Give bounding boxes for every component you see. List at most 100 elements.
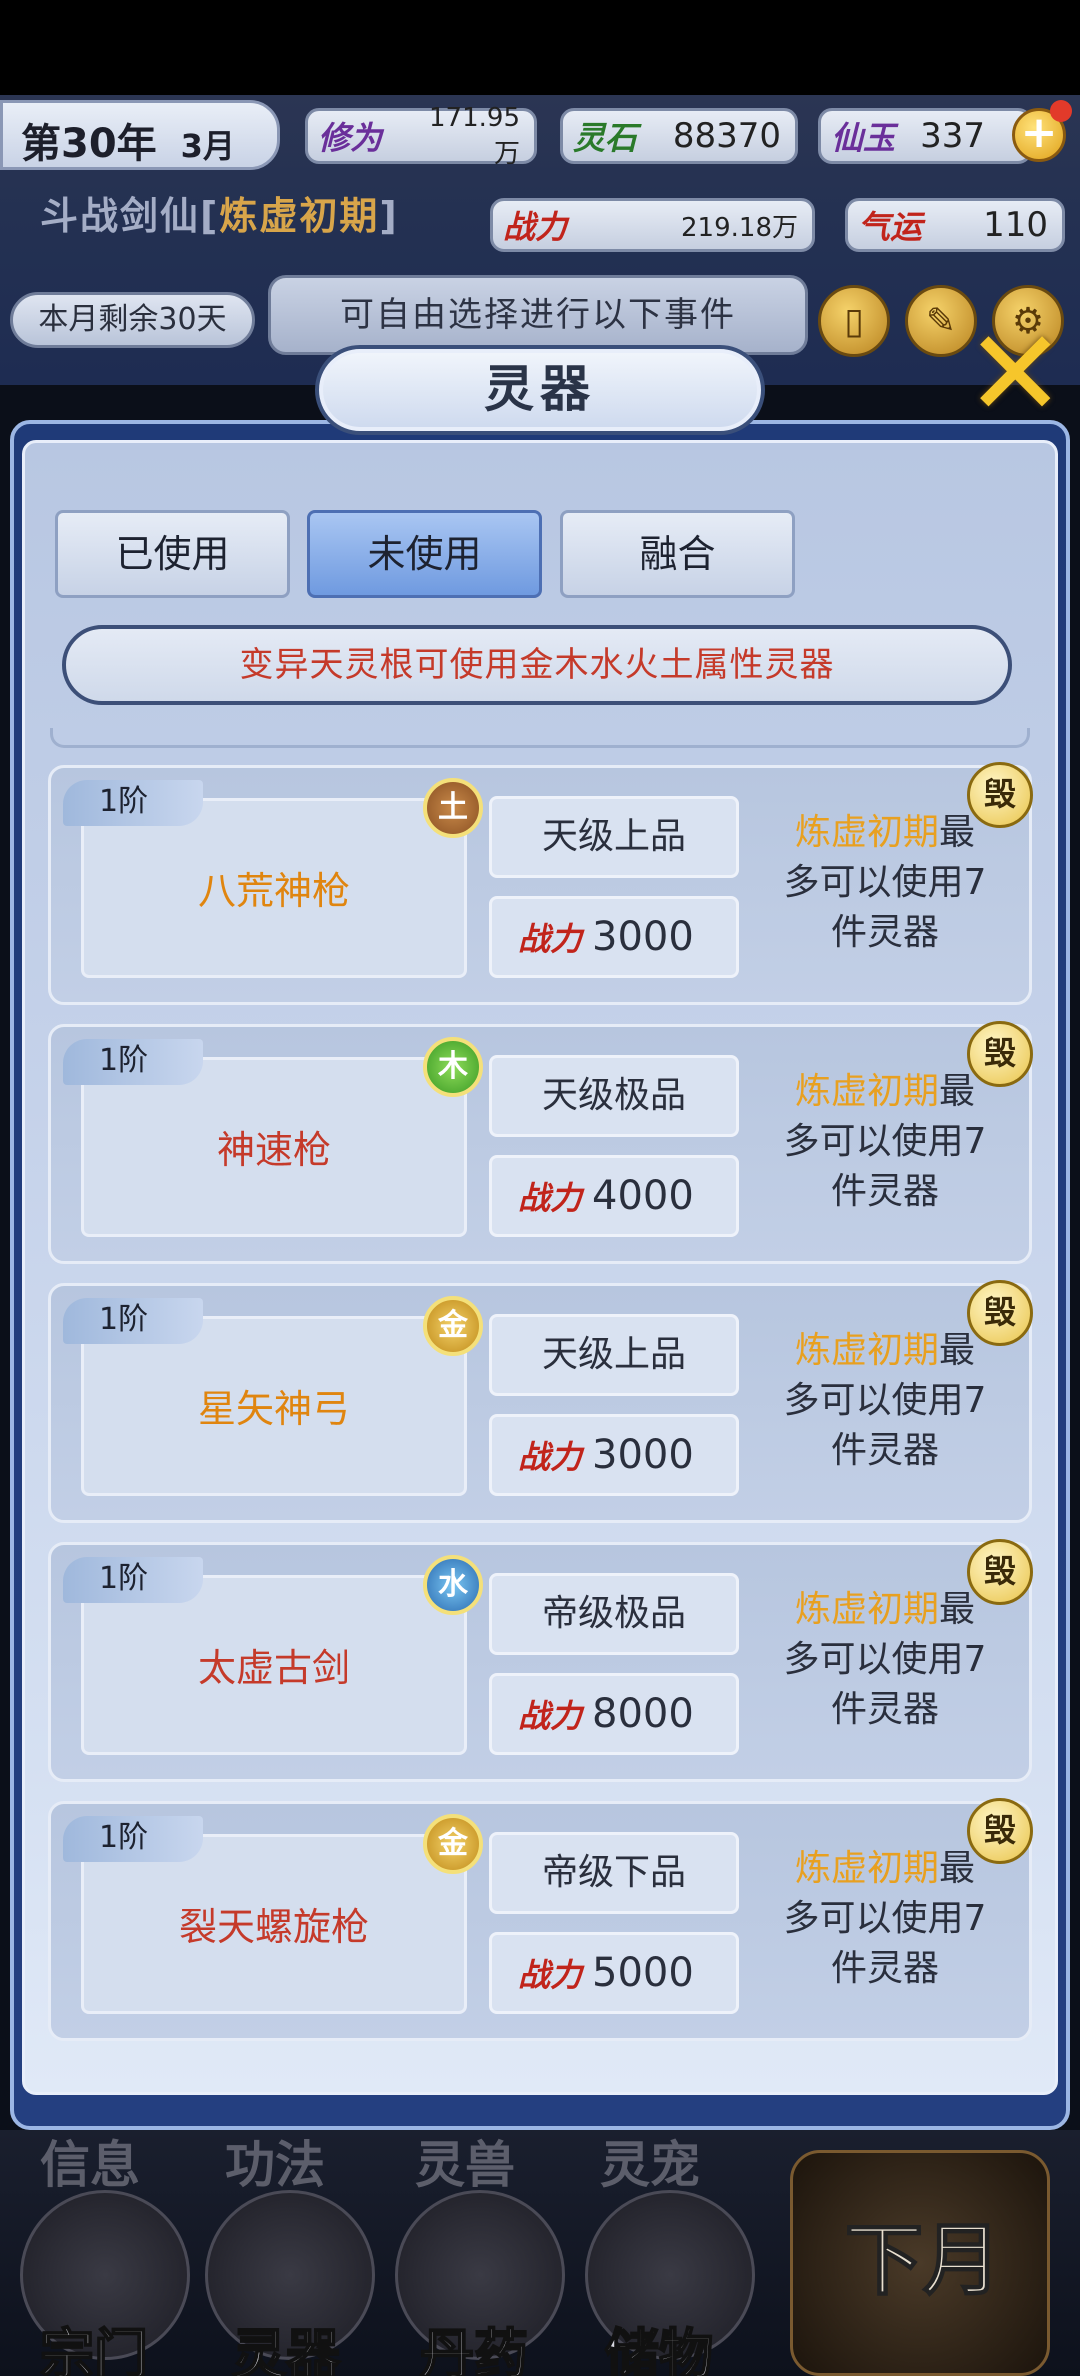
scroll-icon[interactable]: ▯ (818, 285, 890, 357)
spirit-stone-value: 88370 (672, 116, 781, 156)
close-icon[interactable]: ✕ (965, 315, 1066, 435)
artifact-name: 裂天螺旋枪 (178, 1905, 369, 1949)
tier-badge: 1阶 (63, 1816, 203, 1862)
artifact-card[interactable]: 八荒神枪 1阶 土 天级上品 战力 3000 炼虚初期最 多可以使用7 件灵器 毁 (48, 762, 1033, 1005)
artifact-name: 星矢神弓 (197, 1387, 350, 1431)
nav-pill-label[interactable]: 丹药 (419, 2310, 529, 2376)
grade-label: 天级上品 (489, 1314, 739, 1396)
artifact-name: 太虚古剑 (197, 1646, 350, 1690)
year-label: 第30年 (21, 121, 157, 167)
element-metal-icon: 金 (423, 1296, 483, 1356)
power-value: 3000 (592, 1432, 694, 1478)
list-top-edge (50, 728, 1030, 748)
nav-sect-label[interactable]: 宗门 (39, 2310, 149, 2376)
nav-ghost-label: 灵宠 (600, 2136, 700, 2194)
grade-label: 帝级下品 (489, 1832, 739, 1914)
note-line3: 件灵器 (830, 912, 939, 953)
power-value: 3000 (592, 914, 694, 960)
tier-badge: 1阶 (63, 780, 203, 826)
power-value: 8000 (592, 1691, 694, 1737)
power-value: 5000 (592, 1950, 694, 1996)
element-metal-icon: 金 (423, 1814, 483, 1874)
date-display: 第30年 3月 (0, 100, 280, 170)
power-box: 战力 5000 (489, 1932, 739, 2014)
realm-text: 炼虚初期 (794, 1848, 939, 1889)
nav-ghost-label: 功法 (225, 2136, 325, 2194)
cultivation-stat: 修为 171.95万 (305, 103, 537, 169)
realm-text: 炼虚初期 (794, 812, 939, 853)
nav-ghost-label: 信息 (40, 2136, 140, 2194)
destroy-button[interactable]: 毁 (967, 1798, 1033, 1864)
artifact-card[interactable]: 神速枪 1阶 木 天级极品 战力 4000 炼虚初期最 多可以使用7 件灵器 毁 (48, 1021, 1033, 1264)
combat-power-value: 219.18万 (681, 212, 798, 243)
luck-value: 110 (983, 205, 1048, 245)
tier-badge: 1阶 (63, 1557, 203, 1603)
sect-bracket: ] (379, 194, 399, 238)
sect-title: 斗战剑仙[炼虚初期] (40, 185, 399, 240)
combat-power-stat: 战力 219.18万 (490, 198, 815, 252)
tier-badge: 1阶 (63, 1298, 203, 1344)
element-wood-icon: 木 (423, 1037, 483, 1097)
destroy-button[interactable]: 毁 (967, 1280, 1033, 1346)
element-earth-icon: 土 (423, 778, 483, 838)
tab-used[interactable]: 已使用 (55, 510, 290, 598)
note-tail: 最 (939, 1848, 976, 1889)
power-label: 战力 (518, 920, 583, 958)
note-line3: 件灵器 (830, 1948, 939, 1989)
power-label: 战力 (518, 1697, 583, 1735)
power-box: 战力 3000 (489, 1414, 739, 1496)
notification-dot (1050, 100, 1072, 122)
cultivation-label: 修为 (318, 119, 383, 157)
luck-stat: 气运 110 (845, 198, 1065, 252)
nav-ghost-label: 灵兽 (415, 2136, 515, 2194)
destroy-button[interactable]: 毁 (967, 762, 1033, 828)
jade-stat: 仙玉 337 (818, 108, 1032, 164)
note-line3: 件灵器 (830, 1430, 939, 1471)
event-hint: 可自由选择进行以下事件 (268, 275, 808, 355)
tab-unused[interactable]: 未使用 (307, 510, 542, 598)
status-bar (0, 0, 1080, 95)
note-line2: 多可以使用7 (783, 1898, 987, 1939)
usage-note: 炼虚初期最 多可以使用7 件灵器 (751, 808, 1019, 958)
note-tail: 最 (939, 1330, 976, 1371)
info-banner: 变异天灵根可使用金木水火土属性灵器 (62, 625, 1012, 705)
power-box: 战力 4000 (489, 1155, 739, 1237)
usage-note: 炼虚初期最 多可以使用7 件灵器 (751, 1067, 1019, 1217)
note-line2: 多可以使用7 (783, 1121, 987, 1162)
nav-storage-label[interactable]: 储物 (604, 2310, 714, 2376)
destroy-button[interactable]: 毁 (967, 1539, 1033, 1605)
combat-power-label: 战力 (503, 208, 568, 246)
artifact-card[interactable]: 太虚古剑 1阶 水 帝级极品 战力 8000 炼虚初期最 多可以使用7 件灵器 毁 (48, 1539, 1033, 1782)
destroy-button[interactable]: 毁 (967, 1021, 1033, 1087)
sect-realm: 炼虚初期 (219, 194, 380, 238)
note-line2: 多可以使用7 (783, 1380, 987, 1421)
cultivation-value: 171.95万 (429, 102, 520, 169)
next-month-button[interactable]: 下月 (790, 2150, 1050, 2376)
power-box: 战力 3000 (489, 896, 739, 978)
artifact-card[interactable]: 裂天螺旋枪 1阶 金 帝级下品 战力 5000 炼虚初期最多可以使用7 件灵器 毁 (48, 1798, 1033, 2041)
note-tail: 最 (939, 1589, 976, 1630)
days-left-badge: 本月剩余30天 (10, 292, 255, 348)
nav-artifact-label[interactable]: 灵器 (231, 2310, 341, 2376)
power-label: 战力 (518, 1179, 583, 1217)
jade-label: 仙玉 (831, 119, 896, 157)
usage-note: 炼虚初期最多可以使用7 件灵器 (751, 1844, 1019, 1994)
power-box: 战力 8000 (489, 1673, 739, 1755)
grade-label: 帝级极品 (489, 1573, 739, 1655)
tab-fusion[interactable]: 融合 (560, 510, 795, 598)
month-label: 3月 (180, 127, 235, 165)
usage-note: 炼虚初期最 多可以使用7 件灵器 (751, 1585, 1019, 1735)
realm-text: 炼虚初期 (794, 1589, 939, 1630)
grade-label: 天级上品 (489, 796, 739, 878)
panel-title: 灵器 (315, 345, 765, 435)
sect-name: 斗战剑仙[ (40, 194, 220, 238)
artifact-card[interactable]: 星矢神弓 1阶 金 天级上品 战力 3000 炼虚初期最 多可以使用7 件灵器 毁 (48, 1280, 1033, 1523)
grade-label: 天级极品 (489, 1055, 739, 1137)
element-water-icon: 水 (423, 1555, 483, 1615)
artifact-name: 八荒神枪 (197, 869, 350, 913)
realm-text: 炼虚初期 (794, 1071, 939, 1112)
tier-badge: 1阶 (63, 1039, 203, 1085)
note-line2: 多可以使用7 (783, 1639, 987, 1680)
power-label: 战力 (518, 1438, 583, 1476)
power-label: 战力 (518, 1956, 583, 1994)
